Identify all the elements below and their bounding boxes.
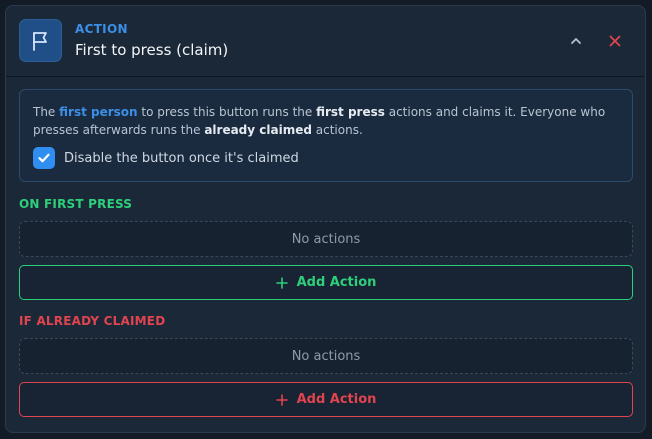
flag-icon <box>19 19 62 62</box>
first-press-add-action-label: Add Action <box>296 275 377 290</box>
remove-action-button[interactable] <box>604 30 626 52</box>
already-claimed-empty-list: No actions <box>19 338 633 374</box>
first-press-add-action-button[interactable]: Add Action <box>19 265 633 300</box>
already-claimed-empty-text: No actions <box>291 348 361 364</box>
checkmark-icon <box>38 153 50 163</box>
disable-once-claimed-label: Disable the button once it's claimed <box>64 150 299 166</box>
plus-icon <box>275 276 288 289</box>
info-text-4: actions. <box>311 123 363 137</box>
already-claimed-add-action-label: Add Action <box>296 392 377 407</box>
info-bold-already-claimed: already claimed <box>204 123 312 137</box>
action-title: First to press (claim) <box>75 41 229 59</box>
disable-once-claimed-toggle[interactable]: Disable the button once it's claimed <box>33 147 299 169</box>
already-claimed-section-title: IF ALREADY CLAIMED <box>19 314 166 328</box>
info-bold-first-press: first press <box>316 105 385 119</box>
close-icon <box>609 35 621 47</box>
first-press-empty-list: No actions <box>19 221 633 257</box>
info-description: The first person to press this button ru… <box>33 103 623 139</box>
disable-once-claimed-checkbox[interactable] <box>33 147 55 169</box>
info-panel: The first person to press this button ru… <box>19 89 633 182</box>
first-press-empty-text: No actions <box>291 231 361 247</box>
action-type-label: ACTION <box>75 22 128 36</box>
chevron-up-icon <box>571 38 581 44</box>
info-text-1: The <box>33 105 60 119</box>
info-text-2: to press this button runs the <box>137 105 317 119</box>
action-card: ACTION First to press (claim) The first … <box>5 5 646 433</box>
plus-icon <box>275 393 288 406</box>
already-claimed-add-action-button[interactable]: Add Action <box>19 382 633 417</box>
collapse-button[interactable] <box>565 30 587 52</box>
action-header: ACTION First to press (claim) <box>6 6 645 77</box>
info-highlight-first-person: first person <box>59 105 138 119</box>
first-press-section-title: ON FIRST PRESS <box>19 197 133 211</box>
